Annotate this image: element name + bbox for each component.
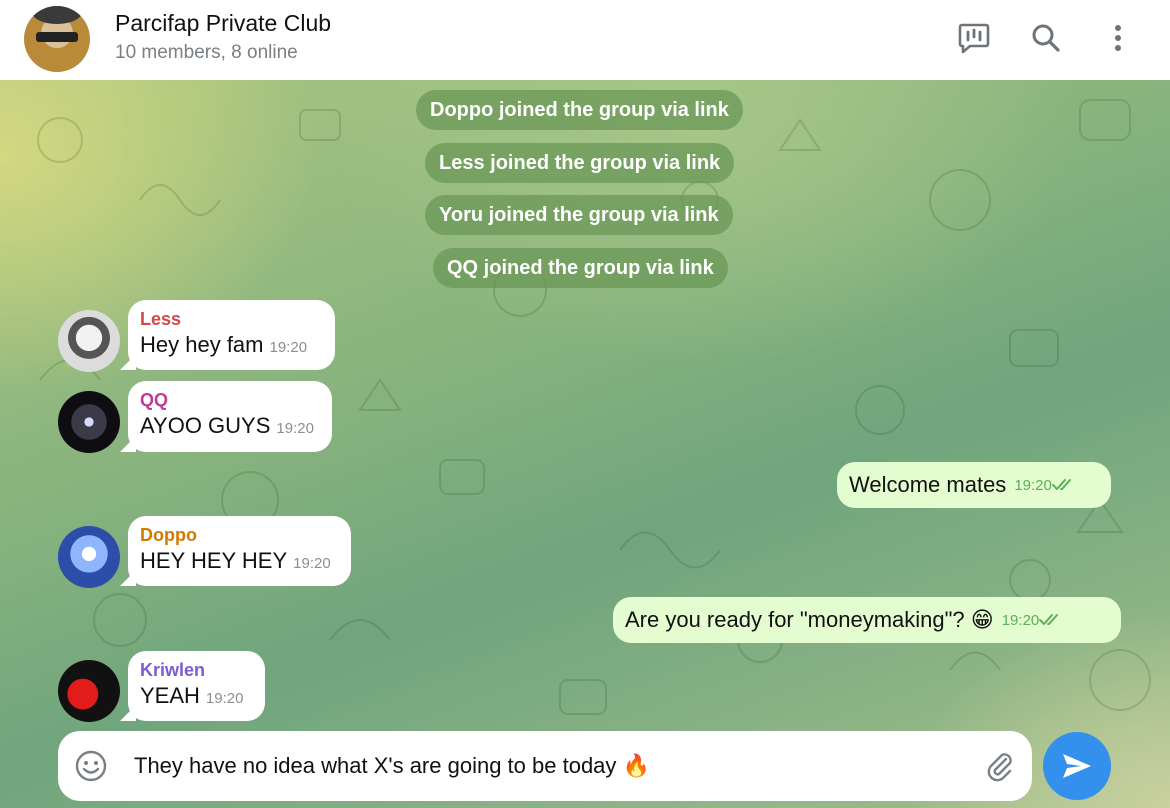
avatar-glasses-shape: [36, 32, 78, 42]
message-composer: [58, 731, 1032, 801]
message-meta: 19:20: [1014, 477, 1076, 494]
message-time: 19:20: [293, 555, 331, 572]
sender-name[interactable]: Less: [140, 308, 323, 330]
smiley-icon: [75, 750, 107, 782]
message-time: 19:20: [269, 339, 308, 356]
message-text: AYOO GUYS: [140, 413, 271, 438]
message-row: AYOO GUYS 19:20: [140, 411, 320, 444]
avatar-cap-shape: [32, 6, 82, 24]
message-bubble[interactable]: Doppo HEY HEY HEY 19:20: [128, 516, 351, 586]
message-text: Welcome mates: [849, 472, 1007, 497]
paperclip-icon: [987, 753, 1012, 782]
live-stream-button[interactable]: [952, 16, 996, 60]
message-bubble[interactable]: QQ AYOO GUYS 19:20: [128, 381, 332, 452]
message-time: 19:20: [205, 690, 244, 707]
message-text: YEAH: [140, 683, 200, 708]
service-message: Less joined the group via link: [425, 143, 735, 183]
attach-button[interactable]: [982, 749, 1016, 783]
double-check-icon: [1051, 479, 1071, 490]
message-text: Are you ready for "moneymaking"? 😁: [625, 607, 994, 632]
message-text: HEY HEY HEY: [140, 548, 288, 573]
double-check-icon: [1039, 614, 1059, 625]
message-row: HEY HEY HEY 19:20: [140, 546, 339, 579]
chat-area[interactable]: Doppo joined the group via link Less joi…: [0, 80, 1170, 808]
chat-title[interactable]: Parcifap Private Club: [115, 10, 331, 37]
message-meta: 19:20: [1002, 612, 1064, 629]
avatar[interactable]: [58, 660, 120, 722]
outgoing-message-bubble[interactable]: Are you ready for "moneymaking"? 😁 19:20: [613, 597, 1121, 643]
live-stream-icon: [958, 23, 990, 54]
group-avatar[interactable]: [24, 6, 90, 72]
avatar[interactable]: [58, 526, 120, 588]
sender-name[interactable]: Doppo: [140, 524, 339, 546]
message-bubble[interactable]: Less Hey hey fam 19:20: [128, 300, 335, 370]
send-icon: [1063, 754, 1091, 778]
message-row: YEAH 19:20: [140, 681, 253, 714]
avatar[interactable]: [58, 391, 120, 453]
chat-header: Parcifap Private Club 10 members, 8 onli…: [0, 0, 1170, 80]
message-time: 19:20: [276, 420, 314, 437]
sender-name[interactable]: QQ: [140, 389, 320, 411]
more-vertical-icon: [1115, 25, 1121, 51]
search-button[interactable]: [1024, 16, 1068, 60]
outgoing-message-bubble[interactable]: Welcome mates 19:20: [837, 462, 1111, 508]
message-text: Hey hey fam: [140, 332, 264, 357]
message-bubble[interactable]: Kriwlen YEAH 19:20: [128, 651, 265, 721]
more-button[interactable]: [1096, 16, 1140, 60]
sender-name[interactable]: Kriwlen: [140, 659, 253, 681]
send-button[interactable]: [1043, 732, 1111, 800]
emoji-button[interactable]: [74, 749, 108, 783]
chat-subtitle: 10 members, 8 online: [115, 42, 298, 63]
service-message: Doppo joined the group via link: [416, 90, 743, 130]
message-row: Hey hey fam 19:20: [140, 330, 323, 363]
service-message: Yoru joined the group via link: [425, 195, 733, 235]
avatar[interactable]: [58, 310, 120, 372]
message-time: 19:20: [1001, 611, 1040, 629]
service-message: QQ joined the group via link: [433, 248, 728, 288]
search-icon: [1032, 24, 1060, 52]
message-time: 19:20: [1014, 476, 1052, 494]
message-input[interactable]: [134, 750, 934, 782]
